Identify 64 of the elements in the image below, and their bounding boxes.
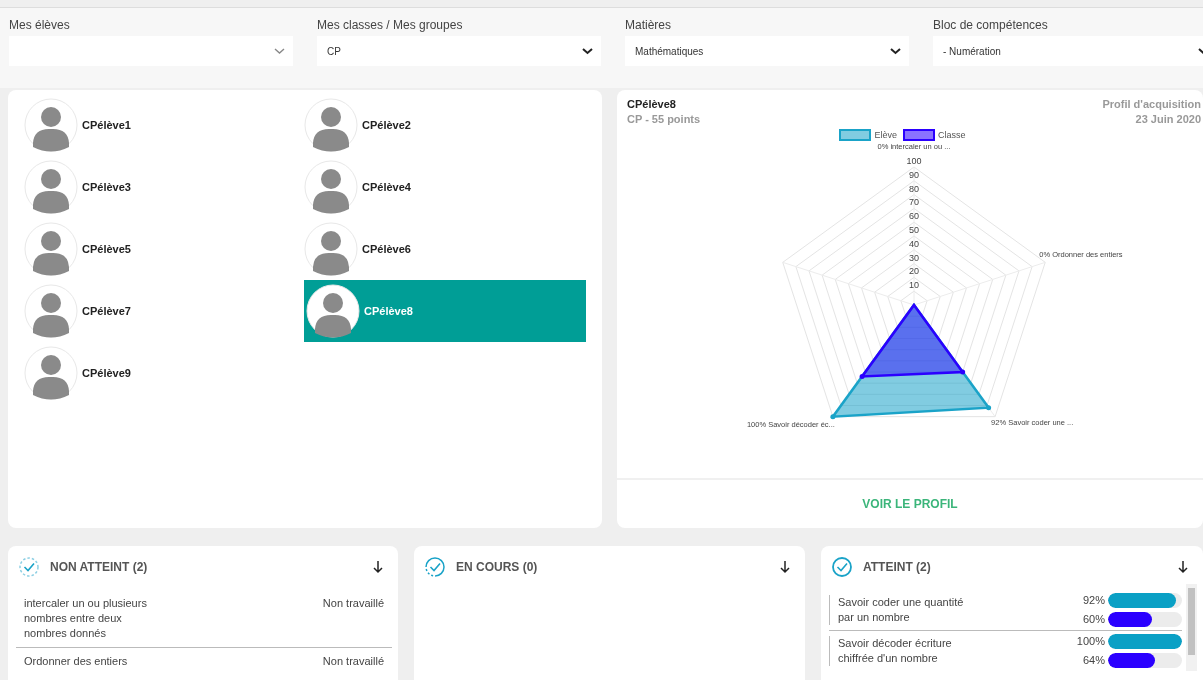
- arrow-down-icon[interactable]: [372, 560, 384, 574]
- avatar-icon: [24, 222, 78, 276]
- percent-label: 100%: [1076, 634, 1105, 649]
- arrow-down-icon[interactable]: [1177, 560, 1189, 574]
- tick-label: 60: [909, 211, 919, 222]
- student-item[interactable]: CPélève1: [22, 98, 304, 152]
- student-item[interactable]: CPélève7: [22, 284, 304, 338]
- student-item[interactable]: CPélève4: [302, 160, 586, 214]
- tick-label: 50: [909, 225, 919, 235]
- avatar-icon: [306, 284, 360, 338]
- skill-text: Savoir coder une quantité par un nombre: [829, 595, 973, 625]
- column-title: ATTEINT (2): [863, 560, 932, 574]
- student-item[interactable]: CPélève9: [22, 346, 304, 400]
- dropdown-field[interactable]: - Numération: [933, 36, 1203, 66]
- chevron-down-icon: [274, 47, 285, 55]
- student-points: CP - 55 points: [627, 113, 701, 125]
- avatar-icon: [304, 160, 358, 214]
- profile-title: Profil d'acquisition: [1102, 98, 1201, 110]
- dropdown-field[interactable]: Mathématiques: [625, 36, 909, 66]
- student-item[interactable]: CPélève5: [22, 222, 304, 276]
- status-text: Non travaillé: [322, 654, 384, 669]
- avatar-icon: [24, 160, 78, 214]
- legend-label: Classe: [938, 130, 966, 140]
- field-label: Mes classes / Mes groupes: [317, 18, 464, 32]
- chevron-down-icon: [582, 47, 593, 55]
- skill-text: Ordonner des entiers: [24, 654, 129, 669]
- avatar-icon: [304, 98, 358, 152]
- avatar-icon: [304, 222, 358, 276]
- profile-date: 23 Juin 2020: [1134, 113, 1201, 125]
- student-item[interactable]: CPélève6: [302, 222, 586, 276]
- field-label: Bloc de compétences: [933, 18, 1049, 32]
- dropdown-field[interactable]: CP: [317, 36, 601, 66]
- check-circle-icon: [18, 556, 40, 578]
- column-title: EN COURS (0): [456, 560, 539, 574]
- field-label: Mes élèves: [9, 18, 71, 32]
- tick-label: 90: [909, 169, 919, 180]
- student-name: CPélève8: [627, 98, 677, 110]
- tick-label: 10: [909, 280, 919, 291]
- student-item[interactable]: CPélève2: [302, 98, 586, 152]
- skill-text: intercaler un ou plusieurs nombres entre deux nombres donnés: [24, 596, 148, 641]
- student-item[interactable]: CPélève3: [22, 160, 304, 214]
- tick-label: 20: [909, 266, 919, 277]
- tick-label: 80: [909, 183, 919, 194]
- chevron-down-icon: [890, 47, 901, 55]
- tick-label: 40: [909, 238, 919, 249]
- check-circle-icon: [831, 556, 853, 578]
- percent-label: 92%: [1082, 593, 1105, 608]
- tick-label: 30: [909, 252, 919, 263]
- column-title: NON ATTEINT (2): [50, 560, 149, 574]
- check-circle-icon: [424, 556, 446, 578]
- tick-label: 100: [906, 156, 922, 166]
- status-text: Non travaillé: [322, 596, 384, 611]
- avatar-icon: [24, 346, 78, 400]
- avatar-icon: [24, 98, 78, 152]
- arrow-down-icon[interactable]: [779, 560, 791, 574]
- percent-label: 60%: [1082, 612, 1105, 627]
- skill-text: Savoir décoder écriture chiffrée d'un nombre: [829, 636, 973, 666]
- tick-label: 70: [909, 197, 919, 208]
- avatar-icon: [24, 284, 78, 338]
- field-label: Matières: [625, 18, 672, 32]
- legend-label: Elève: [874, 130, 897, 140]
- scrollbar[interactable]: [1186, 584, 1197, 671]
- percent-label: 64%: [1082, 653, 1105, 668]
- dropdown-field[interactable]: [9, 36, 293, 66]
